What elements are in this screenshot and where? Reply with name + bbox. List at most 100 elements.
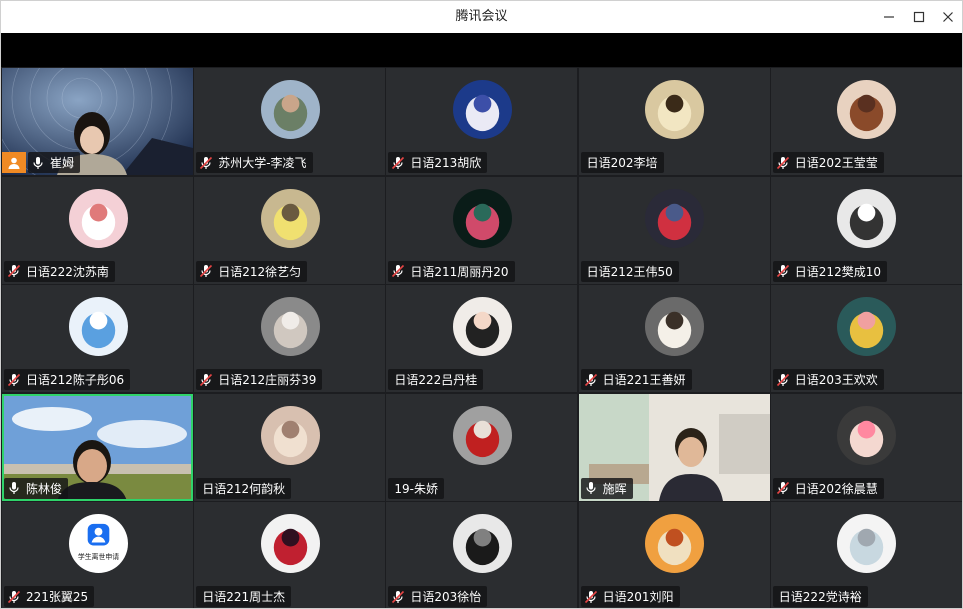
mic-icon: [31, 156, 45, 170]
participant-name: 日语203徐怡: [410, 590, 482, 604]
participant-nametag: 日语212陈子彤06: [4, 369, 131, 390]
participant-name: 施晖: [602, 481, 627, 496]
mic-muted-icon: [391, 156, 405, 170]
participant-tile[interactable]: 日语212徐艺匀: [194, 176, 386, 284]
participant-nametag: 日语212何韵秋: [196, 477, 292, 499]
participant-nametag: 日语211周丽丹20: [388, 260, 515, 282]
participant-tile[interactable]: 陈林俊: [2, 393, 193, 501]
participant-avatar: [645, 514, 705, 573]
participant-tile[interactable]: 日语202王莹莹: [770, 68, 962, 175]
participant-tile[interactable]: 日语212何韵秋: [194, 393, 386, 501]
participant-tile[interactable]: 日语202李培: [578, 68, 770, 175]
participant-nametag: 日语212庄丽芬39: [196, 369, 323, 390]
participant-tile[interactable]: 日语203王欢欢: [770, 285, 962, 392]
mic-muted-icon: [391, 590, 405, 604]
participant-avatar: [837, 405, 897, 465]
participant-nametag: 日语202王莹莹: [772, 152, 884, 173]
host-badge: [2, 152, 26, 173]
participant-tile[interactable]: 施晖: [578, 393, 770, 501]
participant-name: 日语201刘阳: [602, 590, 674, 604]
mic-muted-icon: [7, 590, 21, 604]
participant-nametag: 221张翼25: [4, 586, 95, 607]
participant-tile[interactable]: 日语221周士杰: [194, 502, 386, 608]
window-title: 腾讯会议: [455, 9, 508, 24]
participant-nametag: 日语203徐怡: [388, 586, 488, 607]
participant-name: 日语222吕丹桂: [394, 373, 478, 387]
participant-tile[interactable]: 日语212王伟50: [578, 176, 770, 284]
mic-muted-icon: [7, 264, 21, 278]
mic-muted-icon: [776, 264, 790, 278]
participant-tile[interactable]: 日语211周丽丹20: [386, 176, 578, 284]
participant-avatar: [260, 297, 320, 356]
mic-muted-icon: [776, 373, 790, 387]
participant-nametag: 19-朱娇: [388, 477, 444, 499]
participant-name: 日语202李培: [586, 156, 658, 170]
participant-name: 日语222沈苏南: [26, 264, 109, 279]
participant-avatar: [452, 188, 512, 248]
participant-name: 日语212陈子彤06: [26, 373, 125, 387]
participant-name: 崔姆: [50, 156, 75, 170]
mic-muted-icon: [7, 373, 21, 387]
participant-tile[interactable]: 日语212樊成10: [770, 176, 962, 284]
host-user-icon: [8, 157, 20, 169]
participant-avatar: [837, 297, 897, 356]
participant-nametag: 崔姆: [28, 152, 81, 173]
participant-tile[interactable]: 日语222党诗裕: [770, 502, 962, 608]
minimize-icon: [884, 16, 894, 18]
participant-tile[interactable]: 崔姆: [2, 68, 193, 175]
participant-name: 19-朱娇: [394, 481, 438, 496]
participant-tile[interactable]: 日语213胡欣: [386, 68, 578, 175]
participant-tile[interactable]: 日语201刘阳: [578, 502, 770, 608]
mic-muted-icon: [584, 590, 598, 604]
participant-tile[interactable]: 日语212庄丽芬39: [194, 285, 386, 392]
mic-muted-icon: [199, 264, 213, 278]
participant-tile[interactable]: 日语222吕丹桂: [386, 285, 578, 392]
participant-avatar: [837, 80, 897, 139]
close-icon: [943, 12, 953, 22]
minimize-button[interactable]: [873, 1, 905, 33]
participant-name: 日语222党诗裕: [778, 590, 862, 604]
participant-tile[interactable]: 日语203徐怡: [386, 502, 578, 608]
close-button[interactable]: [932, 1, 962, 33]
participant-nametag: 日语222党诗裕: [772, 586, 868, 607]
participant-grid: 崔姆 苏州大学-李凌飞 日语213胡欣 日语202李培 日语202王莹莹日语222沈苏南…: [1, 67, 962, 608]
participant-name: 日语212庄丽芬39: [218, 373, 317, 387]
participant-name: 日语203王欢欢: [794, 373, 878, 387]
participant-tile[interactable]: 日语222沈苏南: [2, 176, 193, 284]
participant-name: 日语212何韵秋: [202, 481, 286, 496]
participant-nametag: 日语202李培: [580, 152, 664, 173]
mic-muted-icon: [776, 481, 790, 495]
participant-nametag: 日语212王伟50: [580, 260, 679, 282]
participant-avatar: [452, 297, 512, 356]
mic-icon: [7, 481, 21, 495]
participant-avatar: [260, 514, 320, 573]
participant-tile[interactable]: 日语212陈子彤06: [2, 285, 193, 392]
participant-avatar: [260, 188, 320, 248]
participant-name: 日语212王伟50: [586, 264, 673, 279]
participant-nametag: 苏州大学-李凌飞: [196, 152, 313, 173]
participant-tile[interactable]: 日语221王善妍: [578, 285, 770, 392]
participant-avatar: [260, 80, 320, 139]
meeting-window: 腾讯会议 崔姆 苏州大学-李凌飞 日语213胡欣 日语202李培 日语202王莹莹日语2…: [0, 0, 963, 609]
participant-nametag: 日语212徐艺匀: [196, 260, 308, 282]
participant-name: 日语221王善妍: [602, 373, 686, 387]
participant-tile[interactable]: 苏州大学-李凌飞: [194, 68, 386, 175]
title-bar: 腾讯会议: [1, 1, 962, 33]
maximize-button[interactable]: [903, 1, 935, 33]
participant-nametag: 日语213胡欣: [388, 152, 488, 173]
participant-tile[interactable]: 19-朱娇: [386, 393, 578, 501]
participant-nametag: 施晖: [580, 477, 633, 499]
participant-avatar: 学生离世申请: [68, 514, 128, 573]
participant-nametag: 日语203王欢欢: [772, 369, 884, 390]
maximize-icon: [913, 11, 925, 23]
mic-muted-icon: [776, 156, 790, 170]
participant-nametag: 日语202徐晨慧: [772, 477, 884, 499]
participant-tile[interactable]: 日语202徐晨慧: [770, 393, 962, 501]
participant-avatar: [837, 514, 897, 573]
participant-nametag: 日语201刘阳: [580, 586, 680, 607]
mic-icon: [584, 481, 598, 495]
participant-tile[interactable]: 学生离世申请 221张翼25: [2, 502, 193, 608]
participant-name: 日语202徐晨慧: [794, 481, 878, 496]
participant-avatar: [68, 188, 128, 248]
participant-name: 221张翼25: [26, 590, 89, 604]
